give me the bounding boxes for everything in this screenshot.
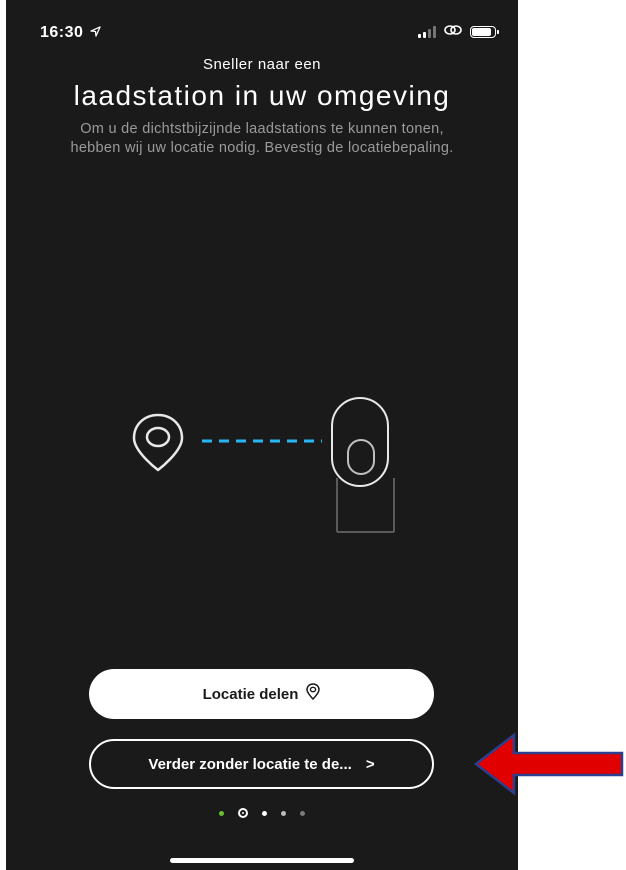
phone-screen: 16:30 Sneller naar een laadstation in uw… [6, 0, 518, 870]
link-icon [444, 23, 462, 41]
status-bar: 16:30 [6, 0, 518, 58]
home-indicator [170, 858, 354, 863]
cellular-signal-icon [418, 26, 436, 38]
page-dot-1 [219, 810, 224, 816]
page-dot-5 [300, 810, 305, 816]
page-indicator [6, 808, 518, 818]
onboarding-description: Om u de dichtstbijzijnde laadstations te… [6, 120, 518, 158]
location-illustration [126, 390, 406, 540]
onboarding-subtitle: Sneller naar een [202, 56, 322, 73]
chevron-right-icon: > [365, 755, 375, 773]
status-icons [418, 23, 499, 41]
description-line-1: Om u de dichtstbijzijnde laadstations te… [80, 121, 444, 137]
share-location-button[interactable]: Locatie delen [89, 669, 434, 719]
onboarding-title: laadstation in uw omgeving [73, 80, 451, 111]
charging-station-icon [331, 397, 395, 533]
status-time: 16:30 [40, 24, 102, 42]
page-dot-3 [262, 810, 267, 816]
share-location-label: Locatie delen [202, 685, 299, 703]
page-dot-4 [281, 810, 286, 816]
location-pin-icon [306, 683, 321, 705]
location-arrow-icon [90, 24, 102, 42]
red-arrow-annotation [473, 732, 624, 796]
battery-icon [470, 26, 499, 38]
continue-without-location-label: Verder zonder locatie te de... [148, 755, 352, 773]
description-line-2: hebben wij uw locatie nodig. Bevestig de… [70, 140, 454, 156]
status-time-label: 16:30 [40, 24, 84, 42]
continue-without-location-button[interactable]: Verder zonder locatie te de... > [89, 739, 434, 789]
location-pin-icon [132, 413, 184, 472]
page-dot-2-active [238, 808, 248, 818]
